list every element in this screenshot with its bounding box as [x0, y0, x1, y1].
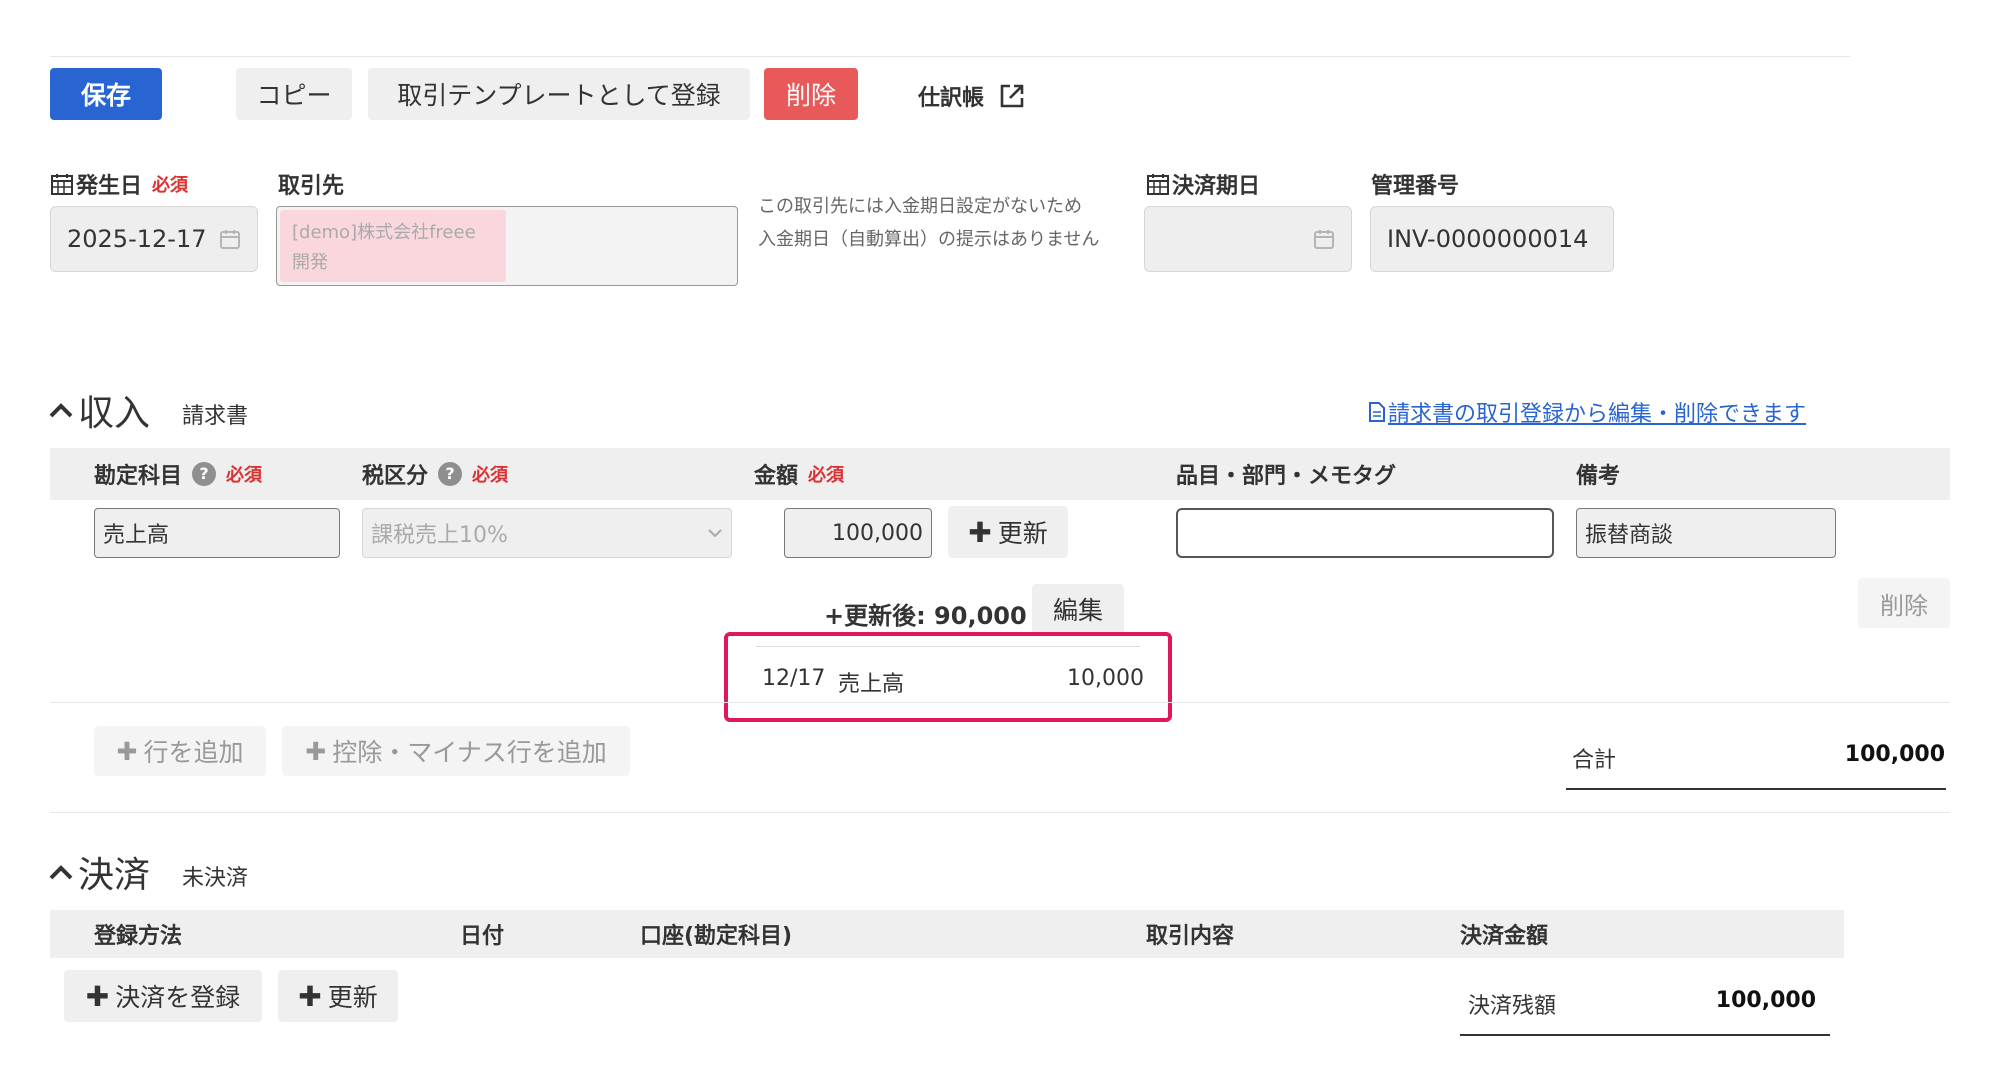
- invoice-edit-link-text: 請求書の取引登録から編集・削除できます: [1388, 402, 1807, 427]
- chevron-down-icon: [707, 528, 723, 538]
- partner-note-line-2: 入金期日（自動算出）の提示はありません: [758, 229, 1100, 250]
- update-detail-date: 12/17: [762, 666, 826, 691]
- partner-label: 取引先: [278, 174, 345, 199]
- invoice-edit-link[interactable]: 請求書の取引登録から編集・削除できます: [1368, 396, 1806, 428]
- header-account-label: 勘定科目: [94, 464, 183, 489]
- issue-date-value: 2025-12-17: [67, 225, 207, 253]
- settlement-update-label: 更新: [327, 983, 378, 1012]
- section-divider: [50, 812, 1950, 813]
- header-tax: 税区分 ? 必須: [362, 458, 508, 490]
- header-method: 登録方法: [94, 924, 183, 949]
- plus-icon: ✚: [85, 979, 110, 1013]
- plus-icon: ✚: [116, 736, 138, 766]
- plus-icon: ✚: [298, 979, 322, 1013]
- plus-icon: ✚: [305, 736, 327, 766]
- settlement-update-button[interactable]: ✚ 更新: [278, 970, 398, 1022]
- register-template-button[interactable]: 取引テンプレートとして登録: [368, 68, 750, 120]
- required-badge: 必須: [808, 465, 845, 486]
- date-picker-icon: [219, 228, 241, 250]
- due-date-label: 決済期日: [1146, 168, 1260, 200]
- calendar-icon: [50, 172, 74, 196]
- required-badge: 必須: [226, 465, 263, 486]
- help-icon[interactable]: ?: [438, 462, 463, 486]
- amount-update-label: 更新: [997, 519, 1048, 548]
- tax-select-value: 課税売上10%: [371, 523, 508, 548]
- add-row-button[interactable]: ✚ 行を追加: [94, 726, 266, 776]
- required-badge: 必須: [472, 465, 509, 486]
- copy-button[interactable]: コピー: [236, 68, 352, 120]
- top-divider: [50, 56, 1850, 57]
- header-content: 取引内容: [1146, 924, 1235, 949]
- settlement-table-header: [50, 910, 1844, 958]
- settlement-subtitle: 未決済: [182, 866, 249, 891]
- journal-label: 仕訳帳: [918, 86, 985, 111]
- amount-input[interactable]: 100,000: [784, 508, 932, 558]
- journal-link[interactable]: 仕訳帳: [918, 80, 1026, 112]
- account-input[interactable]: 売上高: [94, 508, 340, 558]
- total-underline: [1566, 788, 1946, 790]
- issue-date-field[interactable]: 2025-12-17: [50, 206, 258, 272]
- add-minus-row-label: 控除・マイナス行を追加: [332, 738, 607, 767]
- update-detail-highlight: 12/17 売上高 10,000: [724, 632, 1172, 722]
- header-amount: 金額 必須: [754, 458, 844, 490]
- partner-tag: [demo]株式会社freee 開発: [280, 210, 506, 282]
- required-badge: 必須: [152, 175, 189, 196]
- income-title: 収入: [78, 393, 151, 434]
- balance-underline: [1460, 1034, 1830, 1036]
- header-settle-amount: 決済金額: [1460, 924, 1549, 949]
- row-delete-button[interactable]: 削除: [1858, 578, 1950, 628]
- amount-update-button[interactable]: ✚ 更新: [948, 506, 1068, 558]
- external-link-icon: [998, 82, 1026, 110]
- date-picker-icon: [1313, 228, 1335, 250]
- plus-icon: ✚: [968, 515, 992, 549]
- add-minus-row-button[interactable]: ✚ 控除・マイナス行を追加: [282, 726, 630, 776]
- help-icon[interactable]: ?: [192, 462, 217, 486]
- tax-select[interactable]: 課税売上10%: [362, 508, 732, 558]
- settlement-title: 決済: [78, 855, 151, 896]
- add-row-label: 行を追加: [143, 738, 244, 767]
- income-section-title[interactable]: 収入: [48, 384, 150, 436]
- balance-label: 決済残額: [1468, 994, 1557, 1019]
- document-icon: [1368, 401, 1386, 423]
- items-input[interactable]: [1176, 508, 1554, 558]
- calendar-icon: [1146, 172, 1170, 196]
- update-detail-divider: [756, 646, 1140, 647]
- partner-tag-name: [demo]株式会社freee: [292, 222, 476, 243]
- due-date-label-text: 決済期日: [1172, 174, 1261, 199]
- header-memo: 備考: [1576, 464, 1621, 489]
- income-table-header: [50, 448, 1950, 500]
- header-date: 日付: [460, 924, 505, 949]
- manage-no-field[interactable]: INV-0000000014: [1370, 206, 1614, 272]
- header-amount-label: 金額: [754, 464, 799, 489]
- issue-date-label-text: 発生日: [76, 174, 143, 199]
- header-items: 品目・部門・メモタグ: [1176, 464, 1397, 489]
- update-detail-amount: 10,000: [1067, 666, 1144, 691]
- total-label: 合計: [1572, 748, 1617, 773]
- settlement-section-title[interactable]: 決済: [48, 846, 150, 898]
- header-account: 勘定科目 ? 必須: [94, 458, 262, 490]
- update-detail-account: 売上高: [838, 672, 905, 697]
- partner-due-note: この取引先には入金期日設定がないため 入金期日（自動算出）の提示はありません: [758, 190, 1099, 256]
- issue-date-label: 発生日 必須: [50, 168, 188, 200]
- income-row-divider: [50, 702, 1950, 703]
- after-update-label: +更新後: 90,000: [824, 602, 1027, 630]
- partner-tag-dept: 開発: [292, 252, 328, 273]
- chevron-up-icon: [48, 862, 74, 882]
- save-button[interactable]: 保存: [50, 68, 162, 120]
- income-subtitle: 請求書: [182, 404, 249, 429]
- chevron-up-icon: [48, 400, 74, 420]
- register-settlement-button[interactable]: ✚ 決済を登録: [64, 970, 262, 1022]
- partner-field[interactable]: [demo]株式会社freee 開発: [276, 206, 738, 286]
- edit-button[interactable]: 編集: [1032, 584, 1124, 634]
- delete-button[interactable]: 削除: [764, 68, 858, 120]
- header-tax-label: 税区分: [362, 464, 429, 489]
- partner-note-line-1: この取引先には入金期日設定がないため: [758, 196, 1082, 217]
- register-settlement-label: 決済を登録: [115, 983, 241, 1012]
- total-value: 100,000: [1844, 742, 1945, 767]
- balance-value: 100,000: [1715, 988, 1816, 1013]
- header-settle-account: 口座(勘定科目): [640, 924, 793, 949]
- due-date-field[interactable]: [1144, 206, 1352, 272]
- manage-no-label: 管理番号: [1371, 174, 1460, 199]
- memo-input[interactable]: 振替商談: [1576, 508, 1836, 558]
